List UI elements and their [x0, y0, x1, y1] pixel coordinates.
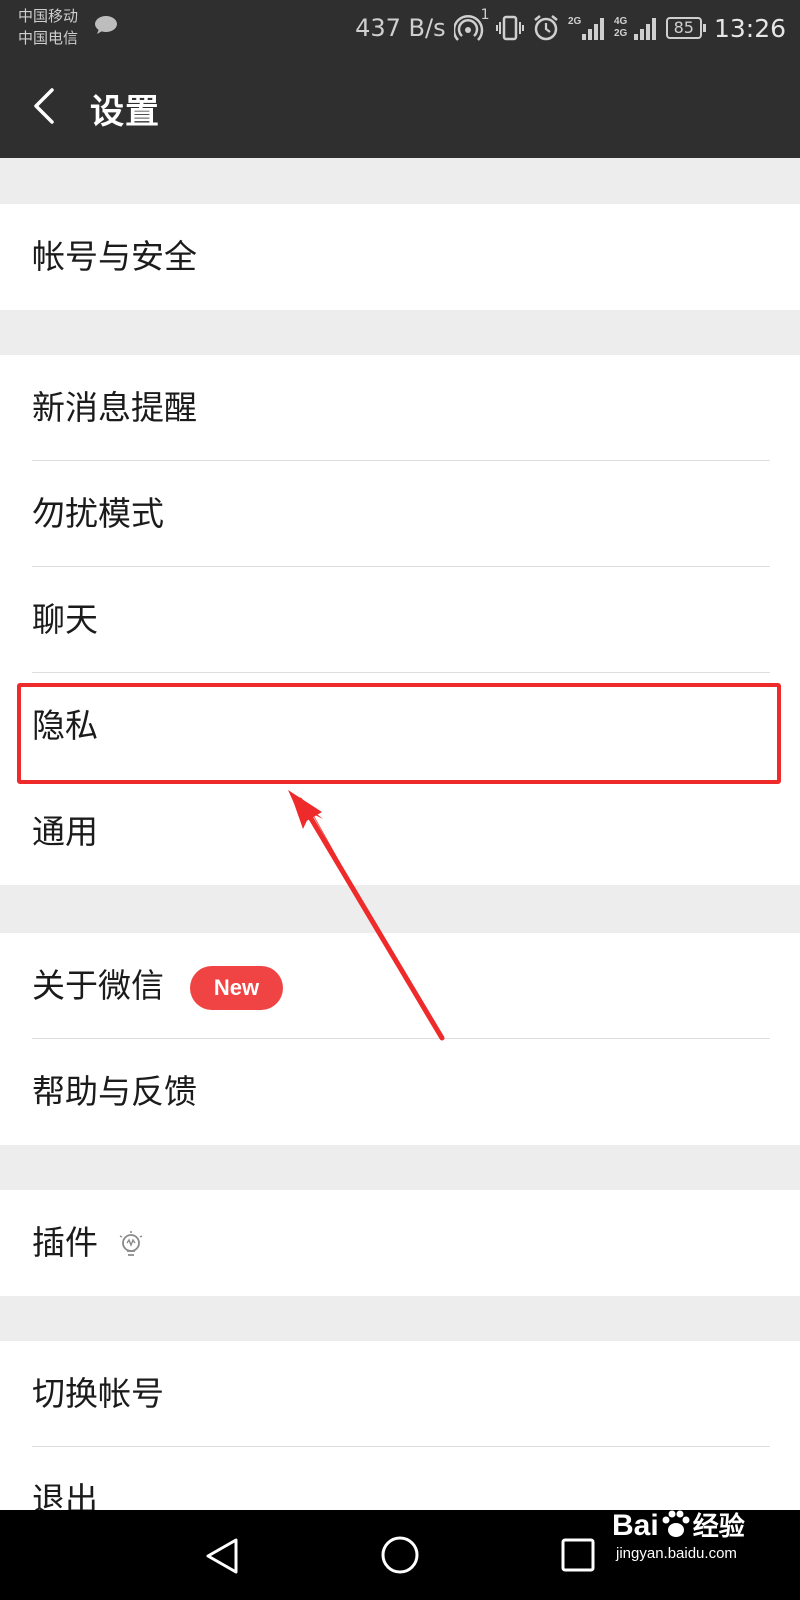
settings-group-plugins: 插件 — [0, 1190, 800, 1296]
settings-group-about: 关于微信 New 帮助与反馈 — [0, 933, 800, 1145]
carrier-info: 中国移动 中国电信 — [18, 5, 78, 49]
settings-item-about-wechat[interactable]: 关于微信 New — [0, 933, 800, 1039]
recents-square-icon[interactable] — [560, 1537, 596, 1573]
hotspot-sup: 1 — [480, 7, 490, 23]
svg-text:2G: 2G — [614, 28, 628, 39]
watermark-brand: Bai — [612, 1509, 659, 1542]
carrier-1: 中国移动 — [18, 7, 79, 25]
hotspot-icon: 1 — [453, 7, 490, 43]
page-title: 设置 — [90, 92, 160, 132]
annotation-highlight-box — [17, 683, 781, 784]
battery-icon: 85 — [665, 17, 706, 39]
settings-group-account: 帐号与安全 — [0, 204, 800, 310]
settings-item-general[interactable]: 通用 — [0, 779, 800, 885]
settings-group-main: 新消息提醒 勿扰模式 聊天 隐私 通用 — [0, 355, 800, 885]
signal-4g-2g-icon: 4G 2G — [614, 16, 656, 40]
settings-item-plugins[interactable]: 插件 — [0, 1190, 800, 1296]
vibrate-icon — [495, 15, 524, 41]
settings-item-label: 插件 — [32, 1223, 98, 1262]
svg-text:4G: 4G — [614, 16, 628, 27]
settings-item-account-security[interactable]: 帐号与安全 — [0, 204, 800, 310]
alarm-icon — [533, 15, 558, 41]
settings-item-label: 新消息提醒 — [32, 388, 197, 427]
settings-item-switch-account[interactable]: 切换帐号 — [0, 1341, 800, 1447]
new-badge: New — [190, 966, 283, 1010]
chevron-left-icon[interactable] — [30, 88, 60, 124]
top-bar: 中国移动 中国电信 437 B/s 1 2G 4G 2G 85 13:26 设置 — [0, 0, 800, 158]
settings-group-account-actions: 切换帐号 退出 — [0, 1341, 800, 1511]
watermark-url: jingyan.baidu.com — [616, 1545, 737, 1562]
svg-text:2G: 2G — [568, 16, 582, 27]
status-time: 13:26 — [713, 13, 786, 43]
settings-item-chat[interactable]: 聊天 — [0, 567, 800, 673]
signal-2g-icon: 2G — [568, 16, 604, 40]
settings-item-label: 帐号与安全 — [32, 237, 197, 276]
settings-item-label: 切换帐号 — [32, 1374, 164, 1413]
settings-item-label: 关于微信 — [32, 966, 164, 1005]
settings-item-label: 通用 — [32, 812, 98, 851]
watermark-brand-tail: 经验 — [692, 1512, 745, 1542]
lightbulb-icon — [119, 1231, 143, 1256]
back-triangle-icon[interactable] — [202, 1536, 242, 1576]
home-circle-icon[interactable] — [380, 1535, 420, 1575]
status-bar: 中国移动 中国电信 437 B/s 1 2G 4G 2G 85 13:26 — [0, 0, 800, 60]
chat-bubble-icon — [95, 16, 117, 34]
settings-item-label: 帮助与反馈 — [32, 1072, 197, 1111]
settings-item-do-not-disturb[interactable]: 勿扰模式 — [0, 461, 800, 567]
settings-item-label: 聊天 — [32, 600, 98, 639]
status-indicators: 437 B/s 1 2G 4G 2G 85 13:26 — [355, 7, 786, 48]
battery-level: 85 — [665, 17, 702, 39]
settings-item-label: 退出 — [32, 1480, 98, 1511]
settings-item-label: 勿扰模式 — [32, 494, 164, 533]
settings-item-new-message-alert[interactable]: 新消息提醒 — [0, 355, 800, 461]
paw-icon — [662, 1510, 690, 1537]
settings-item-logout[interactable]: 退出 — [0, 1447, 800, 1511]
baidu-jingyan-watermark: Bai 经验 jingyan.baidu.com — [612, 1508, 745, 1563]
carrier-2: 中国电信 — [18, 29, 79, 47]
net-speed: 437 B/s — [355, 14, 446, 42]
settings-item-help-feedback[interactable]: 帮助与反馈 — [0, 1039, 800, 1145]
